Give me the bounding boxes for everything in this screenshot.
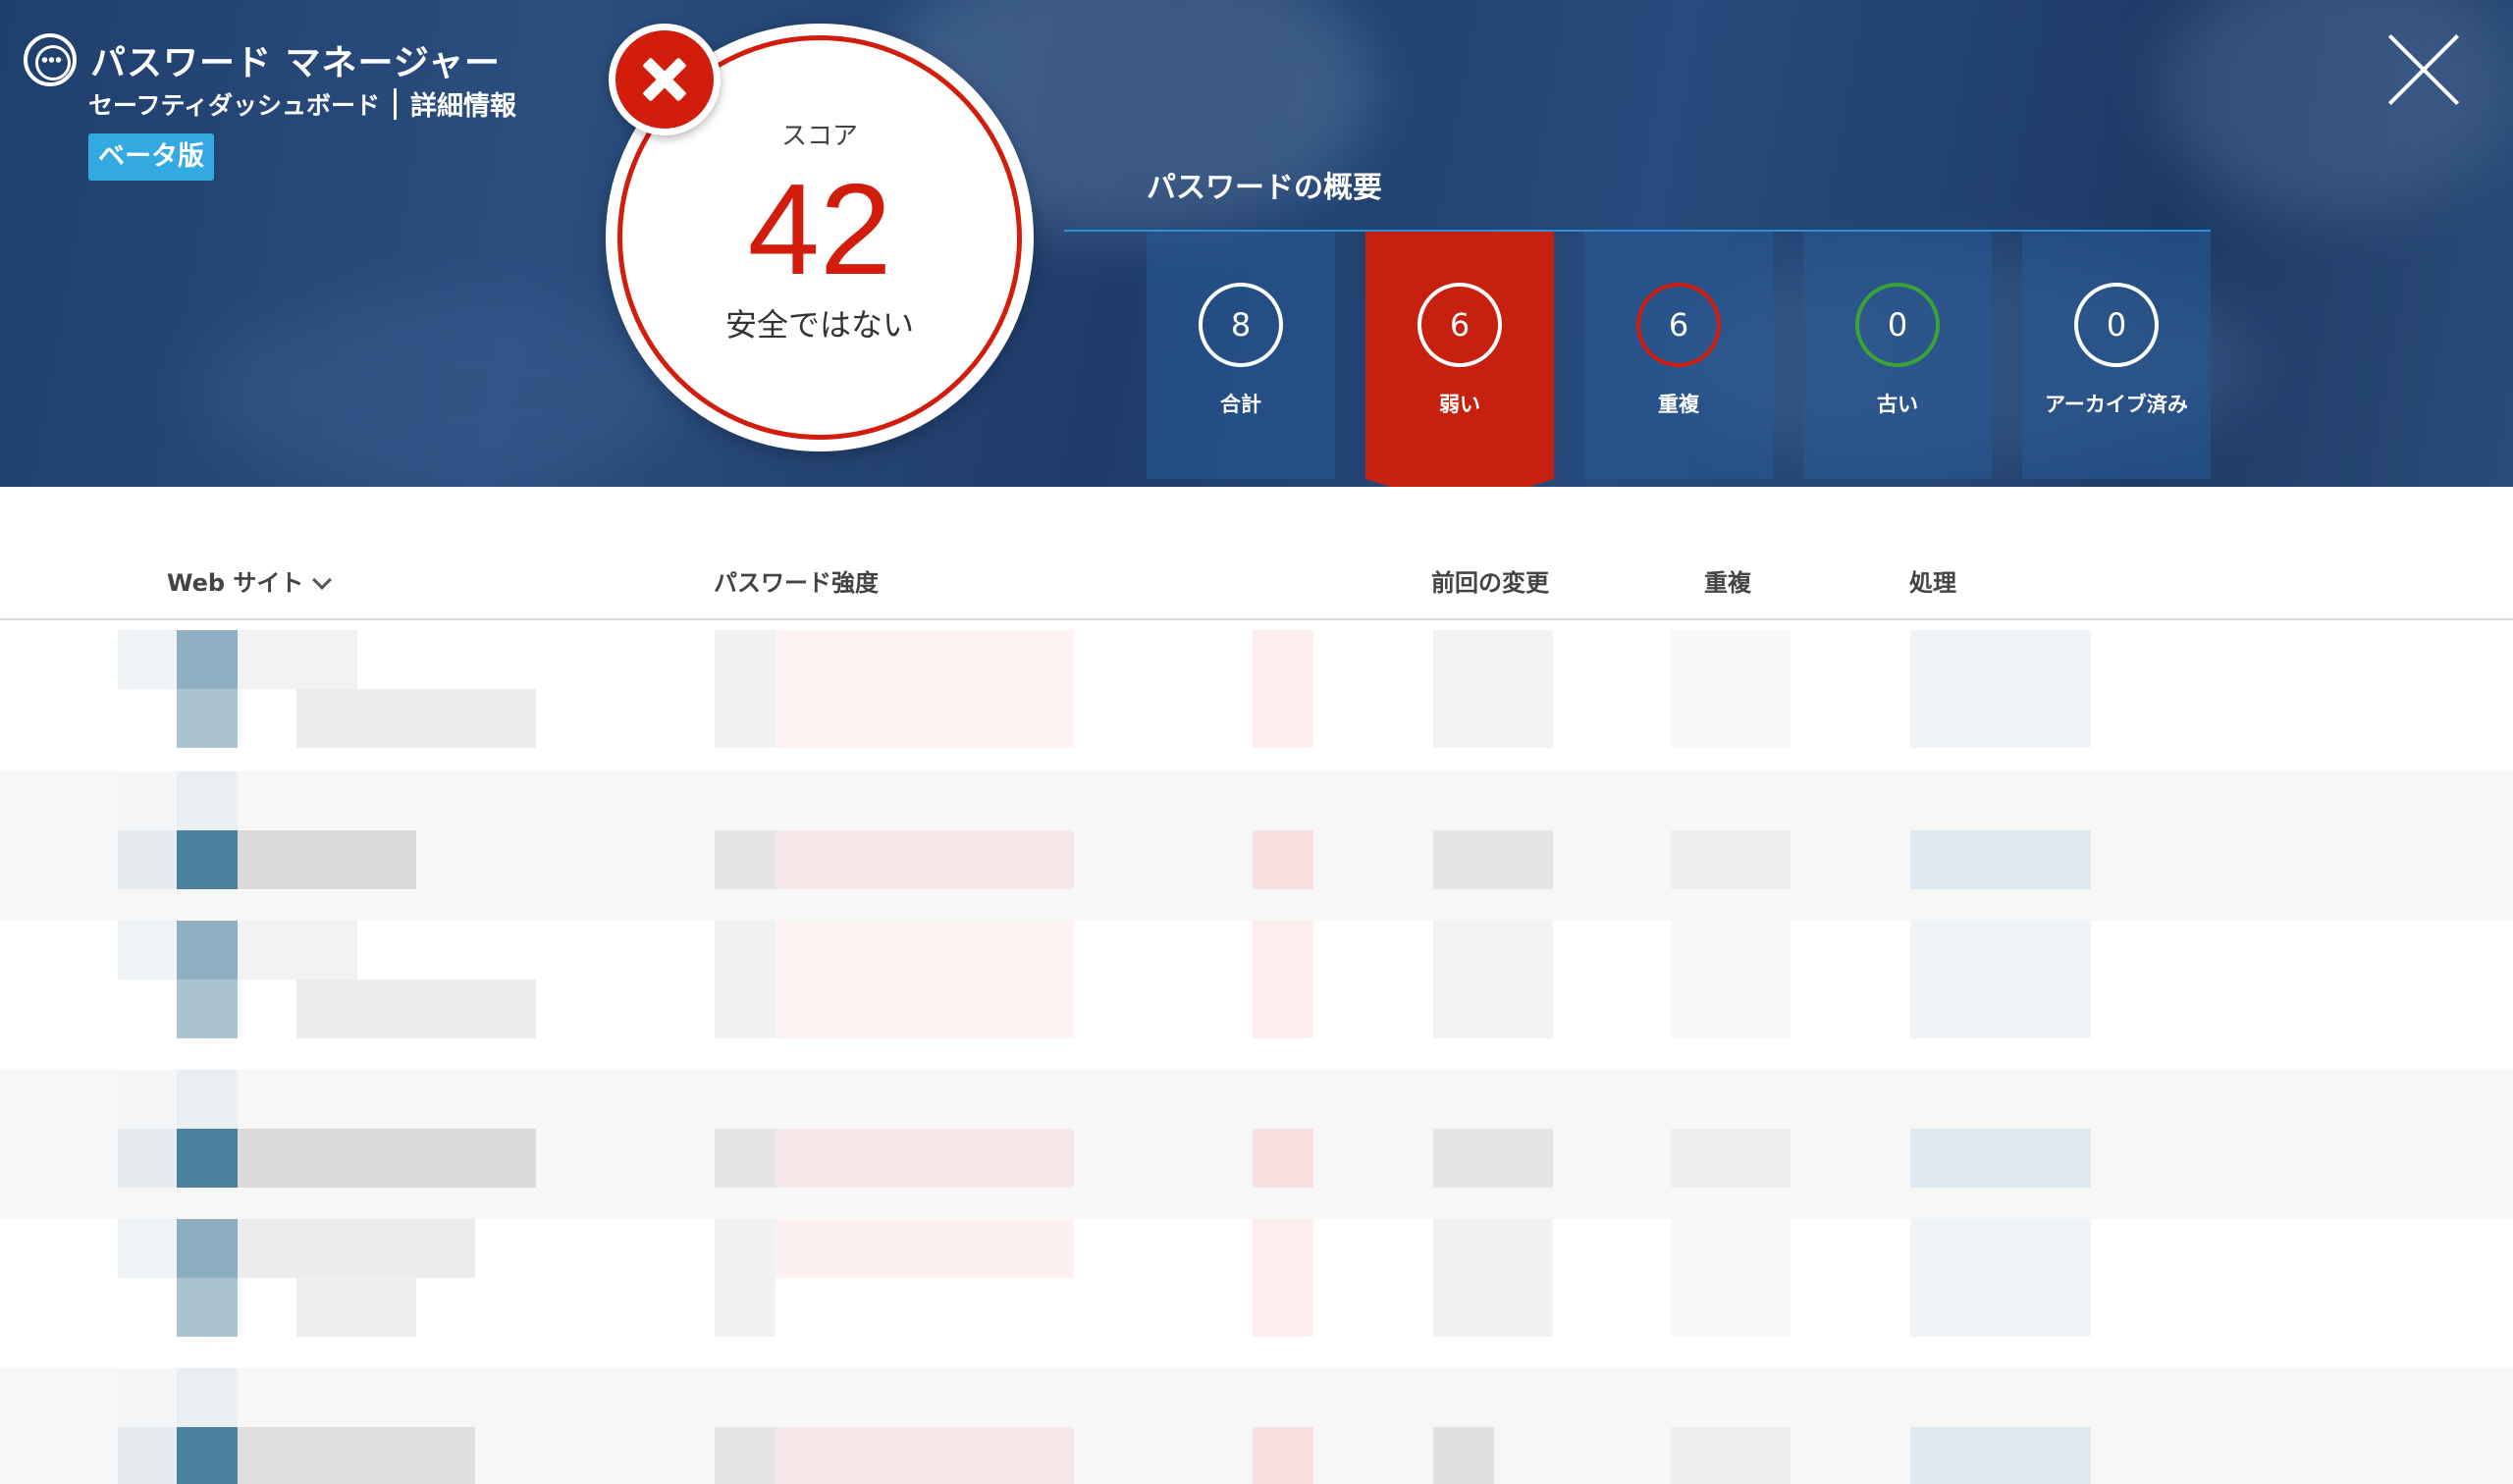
tile-count: 8 (1199, 283, 1283, 367)
tile-label: 合計 (1220, 393, 1261, 416)
column-website-label: Web サイト (167, 569, 304, 597)
close-icon[interactable] (2387, 33, 2460, 106)
table-row[interactable] (0, 771, 2513, 921)
column-duplicate[interactable]: 重複 (1704, 563, 1751, 598)
column-last-changed[interactable]: 前回の変更 (1431, 563, 1549, 598)
tile-total[interactable]: 8 合計 (1147, 232, 1335, 479)
password-manager-logo-icon (24, 33, 77, 86)
tile-count: 6 (1636, 283, 1721, 367)
brand[interactable]: パスワード マネージャー (24, 33, 501, 86)
overview-title: パスワードの概要 (1147, 171, 1382, 205)
table-row[interactable] (0, 1368, 2513, 1484)
chevron-down-icon (312, 570, 333, 590)
table-row[interactable] (0, 622, 2513, 771)
app-title: パスワード マネージャー (90, 43, 502, 83)
tile-duplicate[interactable]: 6 重複 (1584, 232, 1773, 479)
table-row[interactable] (0, 921, 2513, 1070)
breadcrumb-current: 詳細情報 (410, 91, 517, 122)
tile-count: 0 (2074, 283, 2159, 367)
tile-label: アーカイブ済み (2045, 393, 2188, 416)
tile-count: 0 (1855, 283, 1940, 367)
tile-old[interactable]: 0 古い (1803, 232, 1992, 479)
tile-archived[interactable]: 0 アーカイブ済み (2022, 232, 2211, 479)
tile-label: 弱い (1439, 393, 1480, 416)
tile-label: 重複 (1658, 393, 1699, 416)
breadcrumb-safety-dashboard[interactable]: セーフティダッシュボード (88, 86, 380, 122)
dashboard-header: パスワード マネージャー セーフティダッシュボード 詳細情報 ベータ版 スコア … (0, 0, 2513, 487)
score-value: 42 (747, 157, 892, 301)
password-list (0, 622, 2513, 1484)
breadcrumb-divider (394, 87, 398, 120)
tile-count: 6 (1417, 283, 1502, 367)
column-action[interactable]: 処理 (1909, 563, 1956, 598)
beta-badge: ベータ版 (88, 133, 214, 181)
tile-weak[interactable]: 6 弱い (1365, 232, 1554, 487)
table-row[interactable] (0, 1070, 2513, 1219)
score-status: 安全ではない (724, 306, 914, 344)
fail-x-icon (609, 24, 721, 135)
overview-tiles: 8 合計 6 弱い 6 重複 0 古い 0 アーカイブ済み (1147, 232, 2211, 487)
breadcrumb: セーフティダッシュボード 詳細情報 (88, 84, 516, 123)
table-header: Web サイト パスワード強度 前回の変更 重複 処理 (0, 550, 2513, 620)
table-row[interactable] (0, 1219, 2513, 1368)
background-blur (2160, 0, 2513, 216)
column-strength[interactable]: パスワード強度 (714, 563, 879, 598)
column-website[interactable]: Web サイト (167, 563, 333, 598)
tile-label: 古い (1877, 393, 1918, 416)
